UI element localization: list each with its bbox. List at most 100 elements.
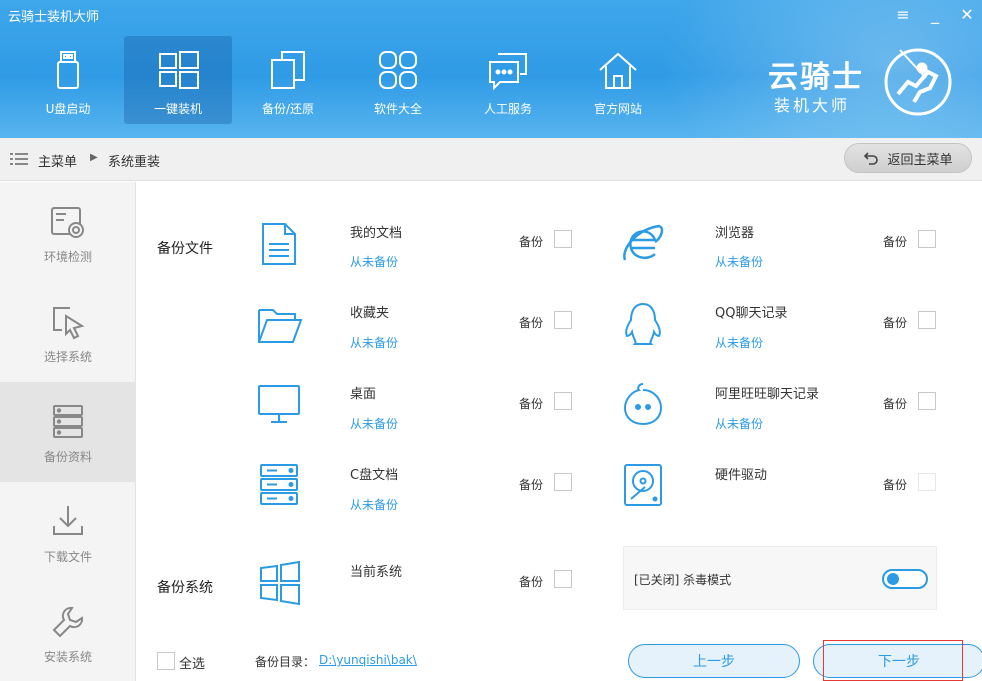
server-stack-icon (53, 405, 83, 438)
app-title: 云骑士装机大师 (8, 10, 100, 25)
backup-label: 备份 (519, 478, 544, 492)
breadcrumb-current: 系统重装 (108, 155, 161, 170)
logo-sub-text: 装机大师 (774, 96, 851, 115)
item-status: 从未备份 (350, 336, 399, 350)
download-icon (53, 506, 83, 535)
backup-checkbox-qq-chat[interactable] (918, 311, 936, 329)
backup-label: 备份 (883, 235, 908, 249)
chat-icon (489, 53, 527, 91)
item-name-current-system: 当前系统 (350, 565, 403, 580)
backup-checkbox-desktop[interactable] (554, 392, 572, 410)
nav-label: 官方网站 (593, 102, 642, 116)
sidebar-label: 安装系统 (43, 650, 92, 664)
windows-icon (260, 560, 300, 606)
sidebar-item-environment-check[interactable]: 环境检测 (0, 182, 136, 282)
environment-check-icon (51, 207, 84, 238)
menu-icon[interactable]: ≡ (894, 4, 912, 24)
minimize-icon[interactable]: _ (926, 4, 944, 24)
sidebar-label: 选择系统 (43, 350, 92, 364)
backup-checkbox-my-documents[interactable] (554, 230, 572, 248)
sidebar-item-install-system[interactable]: 安装系统 (0, 582, 136, 681)
nav-label: 人工服务 (483, 102, 532, 116)
ie-browser-icon (623, 224, 664, 261)
nav-item-usb-boot[interactable]: U盘启动 (14, 36, 122, 124)
select-cursor-icon (53, 307, 85, 340)
select-all-checkbox[interactable] (157, 652, 175, 670)
breadcrumb: 主菜单 ▶ 系统重装 返回主菜单 (0, 138, 982, 181)
previous-step-button[interactable]: 上一步 (628, 644, 800, 678)
breadcrumb-separator-icon: ▶ (90, 152, 98, 163)
nav-label: 一键装机 (153, 102, 202, 116)
item-name-browser: 浏览器 (715, 226, 755, 241)
monitor-icon (258, 385, 300, 423)
antivirus-mode-toggle[interactable] (882, 569, 928, 589)
title-header: 云骑士装机大师 ≡ _ ✕ U盘启动 一键装机 备份/还原 软件大全 人工服务 … (0, 0, 982, 138)
step-sidebar: 环境检测 选择系统 备份资料 下载文件 安装系统 (0, 182, 136, 681)
backup-icon (271, 51, 305, 89)
nav-item-software[interactable]: 软件大全 (344, 36, 452, 124)
close-icon[interactable]: ✕ (958, 4, 976, 24)
windows-icon (159, 51, 199, 89)
qq-penguin-icon (625, 302, 661, 345)
knight-logo-icon (884, 48, 952, 116)
document-icon (262, 223, 296, 265)
server-drive-icon (260, 464, 298, 505)
nav-item-one-click-install[interactable]: 一键装机 (124, 36, 232, 124)
backup-label: 备份 (519, 316, 544, 330)
sidebar-label: 环境检测 (43, 250, 92, 264)
sidebar-item-download-files[interactable]: 下载文件 (0, 482, 136, 582)
usb-icon (57, 51, 79, 89)
backup-checkbox-hardware-drivers[interactable] (918, 473, 936, 491)
item-name-favorites: 收藏夹 (350, 306, 390, 321)
sidebar-label: 备份资料 (43, 450, 92, 464)
backup-label: 备份 (883, 316, 908, 330)
logo-main-text: 云骑士 (768, 60, 864, 95)
sidebar-label: 下载文件 (43, 550, 92, 564)
item-status: 从未备份 (715, 336, 764, 350)
item-name-my-documents: 我的文档 (350, 226, 403, 241)
nav-label: 软件大全 (373, 102, 422, 116)
hard-disk-icon (624, 464, 662, 506)
back-to-main-button[interactable]: 返回主菜单 (844, 143, 972, 173)
item-name-hardware-drivers: 硬件驱动 (715, 468, 768, 483)
antivirus-mode-panel: [已关闭] 杀毒模式 (623, 546, 937, 610)
backup-checkbox-current-system[interactable] (554, 570, 572, 588)
sidebar-item-select-system[interactable]: 选择系统 (0, 282, 136, 382)
item-status: 从未备份 (350, 417, 399, 431)
sidebar-item-backup-data[interactable]: 备份资料 (0, 382, 136, 482)
nav-item-website[interactable]: 官方网站 (564, 36, 672, 124)
antivirus-mode-label: [已关闭] 杀毒模式 (634, 573, 732, 587)
toggle-knob (887, 573, 899, 585)
backup-label: 备份 (883, 397, 908, 411)
nav-label: 备份/还原 (261, 102, 315, 116)
item-status: 从未备份 (715, 417, 764, 431)
brand-logo: 云骑士 装机大师 (768, 42, 968, 122)
return-arrow-icon (864, 152, 879, 165)
backup-panel: 备份文件 我的文档 从未备份 备份 浏览器 从未备份 备份 收藏夹 从未备份 备… (137, 182, 982, 681)
backup-label: 备份 (883, 478, 908, 492)
backup-directory-link[interactable]: D:\yunqishi\bak\ (319, 653, 417, 667)
wrench-icon (52, 606, 84, 638)
item-status: 从未备份 (715, 255, 764, 269)
next-step-button[interactable]: 下一步 (813, 644, 982, 678)
backup-label: 备份 (519, 397, 544, 411)
back-button-label: 返回主菜单 (887, 152, 953, 168)
backup-checkbox-browser[interactable] (918, 230, 936, 248)
breadcrumb-root[interactable]: 主菜单 (38, 151, 77, 170)
item-name-aliwangwang-chat: 阿里旺旺聊天记录 (715, 387, 820, 402)
backup-directory-label: 备份目录： (255, 655, 316, 669)
backup-checkbox-favorites[interactable] (554, 311, 572, 329)
backup-label: 备份 (519, 235, 544, 249)
top-nav: U盘启动 一键装机 备份/还原 软件大全 人工服务 官方网站 (14, 36, 672, 124)
list-menu-icon (10, 153, 28, 165)
backup-checkbox-aliwangwang-chat[interactable] (918, 392, 936, 410)
nav-item-backup-restore[interactable]: 备份/还原 (234, 36, 342, 124)
item-name-desktop: 桌面 (350, 387, 377, 402)
apps-grid-icon (379, 51, 417, 89)
aliwangwang-icon (623, 383, 663, 426)
nav-item-service[interactable]: 人工服务 (454, 36, 562, 124)
backup-checkbox-c-drive-documents[interactable] (554, 473, 572, 491)
backup-label: 备份 (519, 575, 544, 589)
select-all-label: 全选 (179, 657, 206, 672)
nav-label: U盘启动 (45, 102, 91, 116)
